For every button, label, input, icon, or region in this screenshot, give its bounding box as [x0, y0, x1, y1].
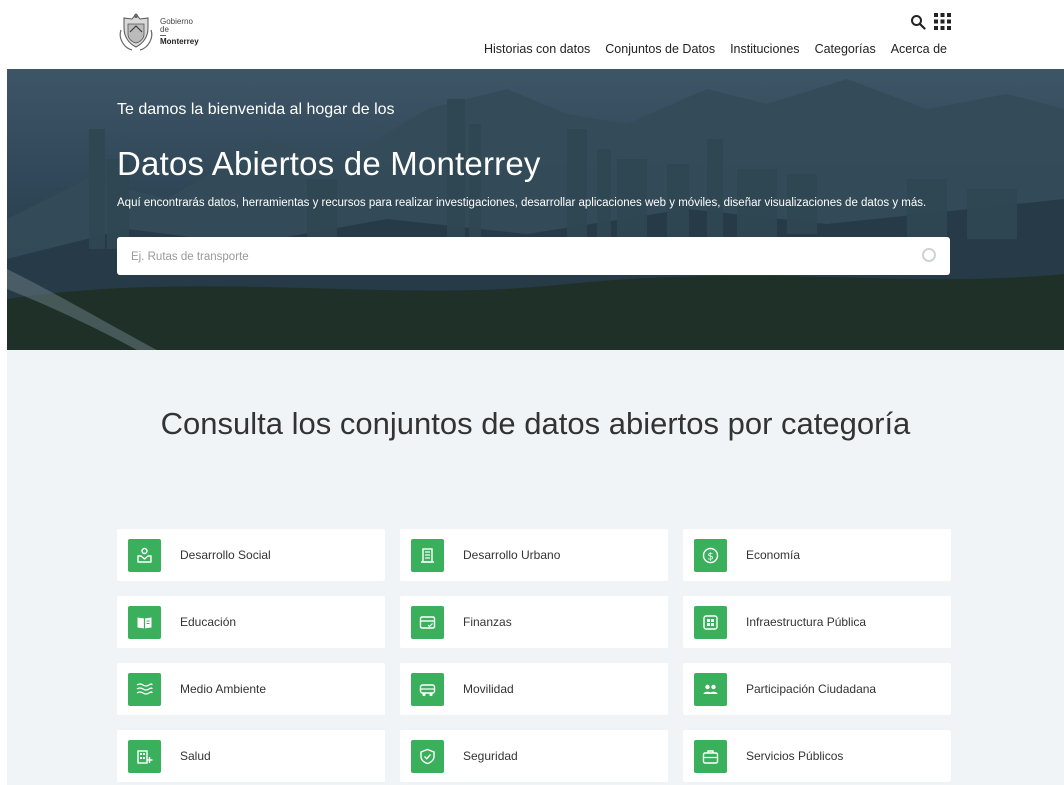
hero-description: Aquí encontrarás datos, herramientas y r… [117, 197, 927, 209]
category-label: Medio Ambiente [180, 682, 267, 696]
category-desarrollo-social[interactable]: Desarrollo Social [117, 529, 385, 581]
logo-line2: de [160, 25, 169, 34]
seal-icon [119, 13, 153, 51]
nav-conjuntos[interactable]: Conjuntos de Datos [605, 42, 715, 56]
category-label: Servicios Públicos [746, 749, 844, 763]
category-infraestructura-publica[interactable]: Infraestructura Pública [683, 596, 951, 648]
waves-icon [128, 672, 161, 706]
category-seguridad[interactable]: Seguridad [400, 730, 668, 782]
loading-spinner-icon [922, 248, 936, 262]
categories-section: Consulta los conjuntos de datos abiertos… [7, 350, 1064, 785]
site-header: Gobierno de Monterrey Historias con dato… [0, 0, 1064, 68]
nav-acerca[interactable]: Acerca de [891, 42, 947, 56]
search-icon[interactable] [910, 14, 926, 30]
hospital-icon [128, 739, 161, 773]
category-label: Educación [180, 615, 237, 629]
apps-grid-icon[interactable] [934, 13, 951, 30]
category-label: Seguridad [463, 749, 518, 763]
bus-icon [411, 672, 444, 706]
category-label: Desarrollo Social [180, 548, 271, 562]
category-grid: Desarrollo Social Desarrollo Urbano $ Ec… [117, 529, 951, 782]
category-finanzas[interactable]: Finanzas [400, 596, 668, 648]
hand-heart-icon [128, 538, 161, 572]
category-economia[interactable]: $ Economía [683, 529, 951, 581]
people-icon [694, 672, 727, 706]
category-label: Movilidad [463, 682, 514, 696]
hero-banner: Te damos la bienvenida al hogar de los D… [7, 69, 1064, 350]
book-icon [128, 605, 161, 639]
svg-text:$: $ [707, 551, 713, 562]
nav-categorias[interactable]: Categorías [815, 42, 876, 56]
nav-instituciones[interactable]: Instituciones [730, 42, 799, 56]
main-nav: Historias con datos Conjuntos de Datos I… [484, 42, 947, 56]
category-salud[interactable]: Salud [117, 730, 385, 782]
grid-icon [694, 605, 727, 639]
category-desarrollo-urbano[interactable]: Desarrollo Urbano [400, 529, 668, 581]
category-servicios-publicos[interactable]: Servicios Públicos [683, 730, 951, 782]
briefcase-icon [694, 739, 727, 773]
search-box [117, 237, 950, 277]
category-label: Finanzas [463, 615, 512, 629]
category-medio-ambiente[interactable]: Medio Ambiente [117, 663, 385, 715]
category-movilidad[interactable]: Movilidad [400, 663, 668, 715]
category-label: Economía [746, 548, 801, 562]
category-label: Desarrollo Urbano [463, 548, 561, 562]
category-label: Participación Ciudadana [746, 682, 877, 696]
logo-line3: Monterrey [160, 37, 199, 46]
header-icons [910, 13, 951, 30]
category-educacion[interactable]: Educación [117, 596, 385, 648]
dollar-icon: $ [694, 538, 727, 572]
categories-title: Consulta los conjuntos de datos abiertos… [160, 406, 911, 441]
hero-title: Datos Abiertos de Monterrey [117, 145, 541, 182]
category-label: Infraestructura Pública [746, 615, 867, 629]
shield-icon [411, 739, 444, 773]
logo-divider [160, 35, 166, 36]
logo[interactable]: Gobierno de Monterrey [118, 12, 199, 52]
search-input[interactable] [129, 237, 913, 277]
building-icon [411, 538, 444, 572]
category-label: Salud [180, 749, 211, 763]
category-participacion-ciudadana[interactable]: Participación Ciudadana [683, 663, 951, 715]
hero-subtitle: Te damos la bienvenida al hogar de los [117, 101, 395, 118]
card-icon [411, 605, 444, 639]
nav-historias[interactable]: Historias con datos [484, 42, 590, 56]
